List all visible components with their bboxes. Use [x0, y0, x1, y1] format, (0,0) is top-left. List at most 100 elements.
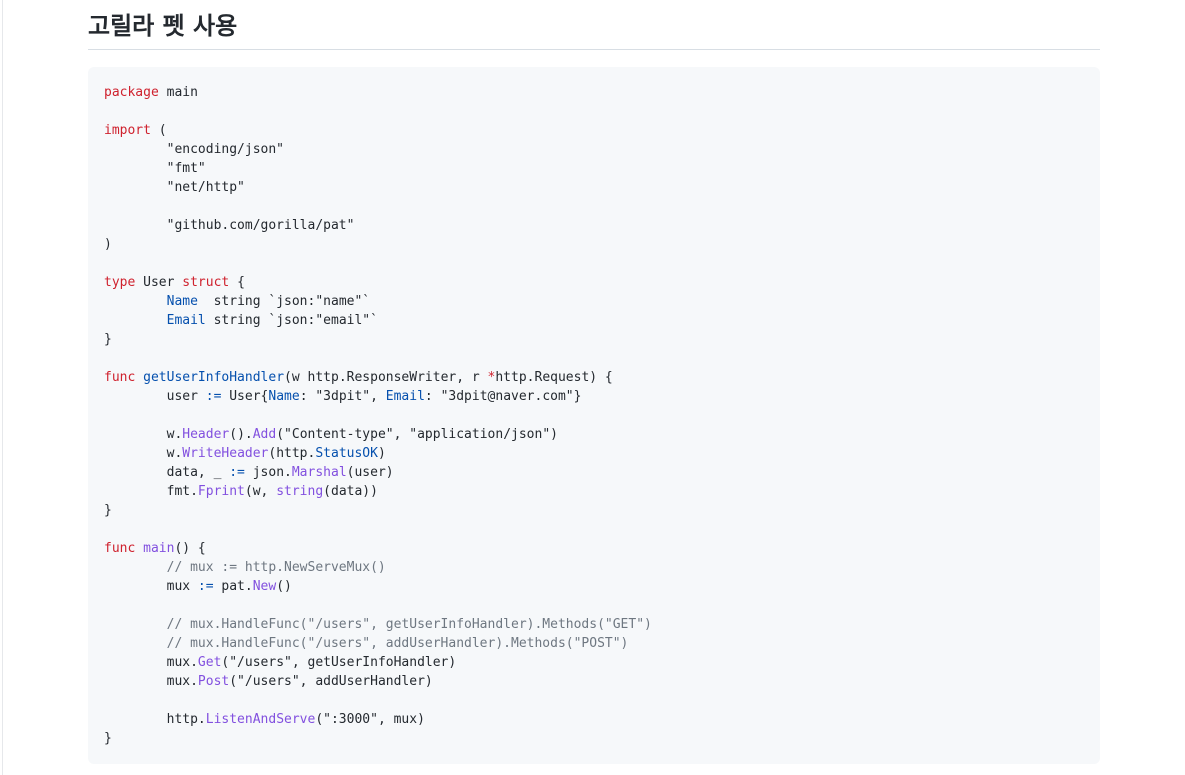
code-token: w. — [104, 446, 183, 461]
code-line: } — [104, 330, 1084, 349]
code-token: : "3dpit@naver.com"} — [424, 389, 582, 404]
code-token: type — [104, 275, 136, 290]
code-token: string `json:"name"` — [197, 294, 371, 309]
code-token: (w, — [244, 484, 277, 499]
code-token: (":3000", mux) — [315, 712, 425, 727]
code-token: mux. — [104, 655, 198, 670]
code-line: func getUserInfoHandler(w http.ResponseW… — [104, 368, 1084, 387]
code-token: data, _ — [104, 465, 230, 480]
code-line: package main — [104, 83, 1084, 102]
code-line: Email string `json:"email"` — [104, 311, 1084, 330]
code-token: Marshal — [291, 465, 347, 480]
code-token: string `json:"email"` — [205, 313, 378, 328]
code-line: data, _ := json.Marshal(user) — [104, 463, 1084, 482]
code-line: // mux := http.NewServeMux() — [104, 558, 1084, 577]
code-line: } — [104, 501, 1084, 520]
code-token: http.Request) { — [495, 370, 613, 385]
code-line: mux.Post("/users", addUserHandler) — [104, 672, 1084, 691]
code-line: w.WriteHeader(http.StatusOK) — [104, 444, 1084, 463]
code-line: "encoding/json" — [104, 140, 1084, 159]
code-token: Name — [166, 294, 198, 309]
code-line: ​ — [104, 406, 1084, 425]
code-line: ) — [104, 235, 1084, 254]
code-token: (w http.ResponseWriter, r — [284, 370, 488, 385]
code-line: "github.com/gorilla/pat" — [104, 216, 1084, 235]
code-token: := — [229, 465, 245, 480]
code-token: Post — [197, 674, 230, 689]
code-token: : "3dpit", — [299, 389, 386, 404]
code-content[interactable]: package main​import ( "encoding/json" "f… — [104, 83, 1084, 748]
code-token: struct — [182, 275, 230, 290]
code-token: := — [205, 389, 222, 404]
code-token: "net/http" — [104, 180, 245, 195]
code-token: mux. — [104, 674, 198, 689]
code-token: } — [104, 503, 112, 518]
code-token: import — [104, 123, 151, 138]
code-token: (user) — [346, 465, 394, 480]
code-token: // mux.HandleFunc("/users", addUserHandl… — [104, 636, 629, 651]
code-token: (data)) — [323, 484, 378, 499]
code-token: (). — [229, 427, 253, 442]
code-token: WriteHeader — [182, 446, 269, 461]
code-token: package — [104, 85, 159, 100]
code-token: () — [276, 579, 292, 594]
code-token: "github.com/gorilla/pat" — [104, 218, 355, 233]
code-token: Fprint — [197, 484, 245, 499]
code-token: } — [104, 332, 112, 347]
code-token: func — [104, 541, 136, 556]
code-token: main — [143, 541, 175, 556]
code-line: func main() { — [104, 539, 1084, 558]
code-token: ListenAndServe — [205, 712, 316, 727]
code-token: { — [229, 275, 245, 290]
code-token: Add — [252, 427, 277, 442]
code-line: ​ — [104, 596, 1084, 615]
code-token: } — [104, 731, 112, 746]
code-token: string — [276, 484, 324, 499]
code-token: New — [252, 579, 277, 594]
code-line: ​ — [104, 254, 1084, 273]
code-line: w.Header().Add("Content-type", "applicat… — [104, 425, 1084, 444]
code-token: ( — [150, 123, 167, 138]
code-line: mux := pat.New() — [104, 577, 1084, 596]
code-token: json. — [244, 465, 292, 480]
code-line: Name string `json:"name"` — [104, 292, 1084, 311]
code-token: ) — [104, 237, 112, 252]
code-line: ​ — [104, 102, 1084, 121]
code-line: "net/http" — [104, 178, 1084, 197]
code-token: "encoding/json" — [104, 142, 285, 157]
code-token: pat. — [213, 579, 253, 594]
code-token: main — [158, 85, 198, 100]
code-line: mux.Get("/users", getUserInfoHandler) — [104, 653, 1084, 672]
code-line: ​ — [104, 691, 1084, 710]
code-token: ("/users", getUserInfoHandler) — [221, 655, 457, 670]
code-token: (http. — [268, 446, 316, 461]
code-line: ​ — [104, 349, 1084, 368]
left-border-rule — [2, 0, 3, 775]
code-line: // mux.HandleFunc("/users", getUserInfoH… — [104, 615, 1084, 634]
code-line: } — [104, 729, 1084, 748]
code-token: // mux.HandleFunc("/users", getUserInfoH… — [104, 617, 652, 632]
code-token: Get — [197, 655, 222, 670]
code-line: import ( — [104, 121, 1084, 140]
code-token: w. — [104, 427, 183, 442]
code-token: func — [104, 370, 136, 385]
code-token: ) — [377, 446, 386, 461]
code-token: User — [135, 275, 183, 290]
section-title: 고릴라 펫 사용 — [88, 12, 238, 40]
code-token: "fmt" — [104, 161, 206, 176]
code-line: ​ — [104, 197, 1084, 216]
code-line: ​ — [104, 520, 1084, 539]
code-token: StatusOK — [315, 446, 378, 461]
code-token: := — [197, 579, 214, 594]
code-token: User{ — [221, 389, 269, 404]
code-line: fmt.Fprint(w, string(data)) — [104, 482, 1084, 501]
code-token: () { — [174, 541, 206, 556]
code-line: type User struct { — [104, 273, 1084, 292]
code-token: ("Content-type", "application/json") — [276, 427, 558, 442]
section-heading: 고릴라 펫 사용 — [88, 10, 1100, 50]
code-block[interactable]: package main​import ( "encoding/json" "f… — [88, 67, 1100, 764]
